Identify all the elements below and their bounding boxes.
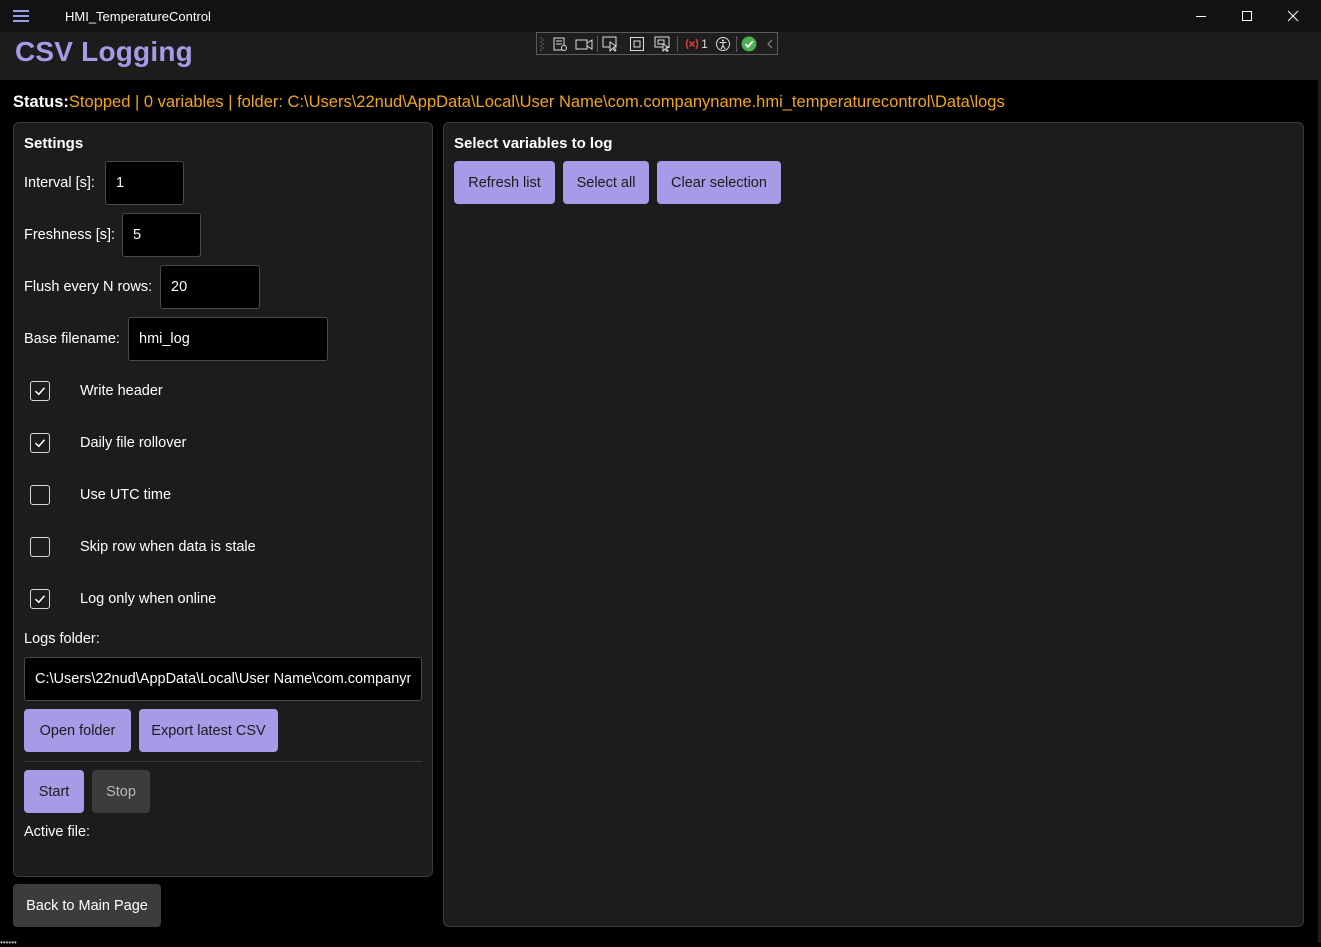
refresh-list-button[interactable]: Refresh list xyxy=(454,161,555,204)
binding-failures-count: 1 xyxy=(701,37,708,51)
checkmark-icon xyxy=(34,387,46,396)
logs-folder-label: Logs folder: xyxy=(24,631,100,647)
window-title: HMI_TemperatureControl xyxy=(65,9,211,24)
page-title: CSV Logging xyxy=(15,36,193,67)
log-online-label: Log only when online xyxy=(80,591,217,607)
flush-label: Flush every N rows: xyxy=(24,279,153,295)
record-video-icon[interactable] xyxy=(575,36,593,52)
variables-panel xyxy=(443,122,1304,927)
status-dots: •••••• xyxy=(0,938,17,947)
status-line: Status:Stopped | 0 variables | folder: C… xyxy=(13,93,1005,112)
base-filename-input[interactable] xyxy=(128,317,328,361)
minimize-icon[interactable] xyxy=(1178,0,1224,32)
interval-label: Interval [s]: xyxy=(24,175,95,191)
live-visual-tree-icon[interactable] xyxy=(551,36,569,52)
skip-stale-checkbox[interactable] xyxy=(30,537,50,557)
accessibility-checker-icon[interactable] xyxy=(714,36,732,52)
use-utc-label: Use UTC time xyxy=(80,487,172,503)
maximize-icon[interactable] xyxy=(1224,0,1270,32)
variables-title: Select variables to log xyxy=(454,135,613,152)
stop-button[interactable]: Stop xyxy=(92,770,150,813)
status-value: Stopped | 0 variables | folder: C:\Users… xyxy=(68,93,1005,111)
back-to-main-button[interactable]: Back to Main Page xyxy=(13,884,161,927)
clear-selection-button[interactable]: Clear selection xyxy=(657,161,781,204)
start-button[interactable]: Start xyxy=(24,770,84,813)
checkmark-icon xyxy=(34,595,46,604)
hamburger-menu-icon[interactable] xyxy=(13,9,29,23)
write-header-checkbox[interactable] xyxy=(30,381,50,401)
debug-toolbar: 1 xyxy=(536,32,778,55)
interval-input[interactable] xyxy=(105,161,184,205)
use-utc-checkbox[interactable] xyxy=(30,485,50,505)
log-online-checkbox[interactable] xyxy=(30,589,50,609)
status-label: Status: xyxy=(13,93,69,111)
freshness-input[interactable] xyxy=(122,213,201,257)
select-all-button[interactable]: Select all xyxy=(563,161,649,204)
track-focused-element-icon[interactable] xyxy=(654,36,672,52)
base-filename-label: Base filename: xyxy=(24,331,120,347)
settings-title: Settings xyxy=(24,135,84,152)
close-icon[interactable] xyxy=(1270,0,1316,32)
open-folder-button[interactable]: Open folder xyxy=(24,709,131,752)
daily-rollover-label: Daily file rollover xyxy=(80,435,187,451)
export-csv-button[interactable]: Export latest CSV xyxy=(139,709,278,752)
ui-check-ok-icon[interactable] xyxy=(740,36,758,52)
skip-stale-label: Skip row when data is stale xyxy=(80,539,256,555)
binding-failures-icon[interactable]: 1 xyxy=(683,36,709,52)
display-layout-adorners-icon[interactable] xyxy=(628,36,646,52)
write-header-label: Write header xyxy=(80,383,163,399)
checkmark-icon xyxy=(34,439,46,448)
logs-folder-input[interactable] xyxy=(24,657,422,701)
daily-rollover-checkbox[interactable] xyxy=(30,433,50,453)
flush-rows-input[interactable] xyxy=(160,265,260,309)
drag-handle-icon[interactable] xyxy=(540,36,544,52)
divider xyxy=(24,761,422,762)
select-element-icon[interactable] xyxy=(602,36,620,52)
freshness-label: Freshness [s]: xyxy=(24,227,116,243)
title-bar: HMI_TemperatureControl xyxy=(0,0,1321,32)
active-file-label: Active file: xyxy=(24,824,91,840)
collapse-toolbar-icon[interactable] xyxy=(764,36,776,52)
